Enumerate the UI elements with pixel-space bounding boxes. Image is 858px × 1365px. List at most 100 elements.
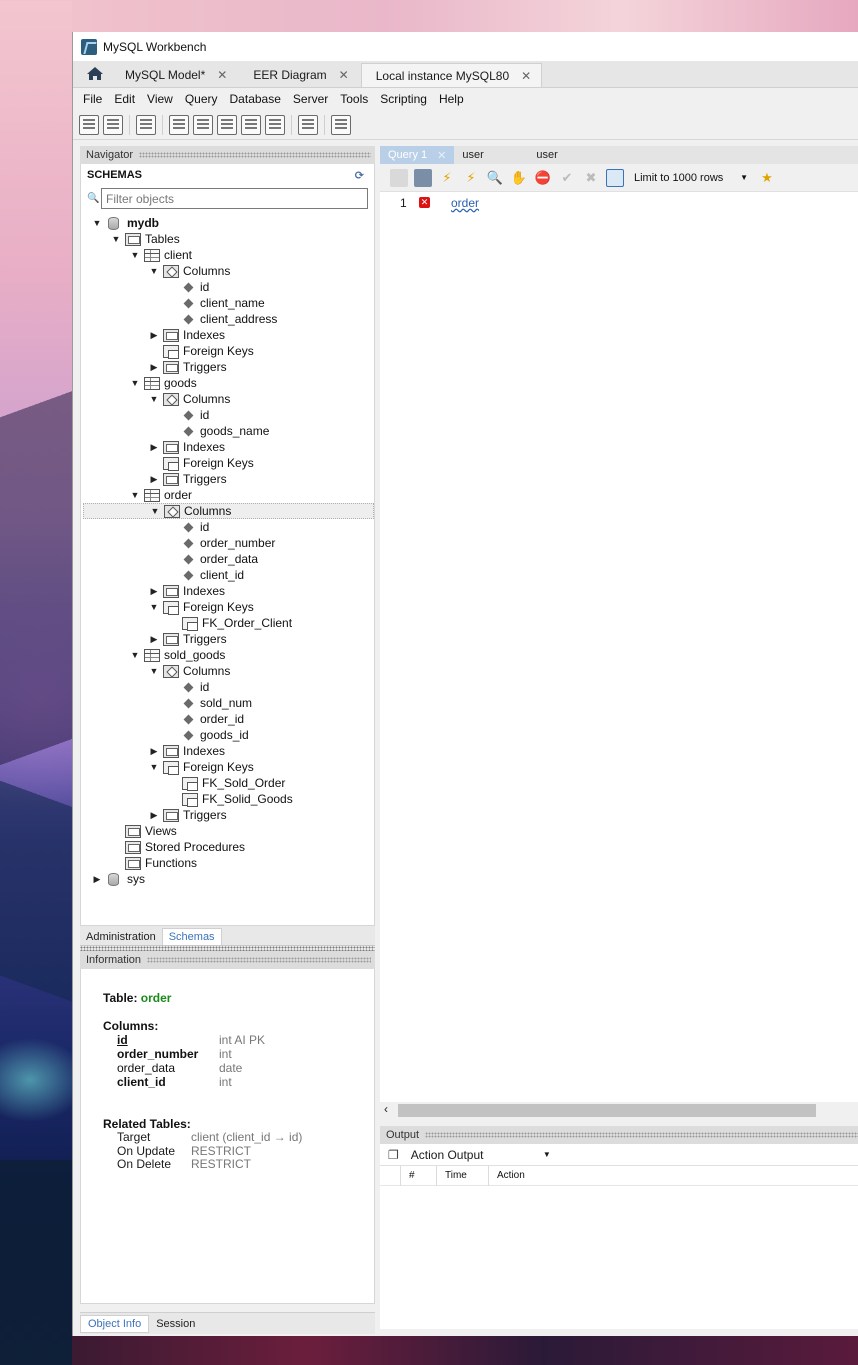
open-sql-script-icon[interactable]: [103, 114, 123, 135]
menu-scripting[interactable]: Scripting: [374, 92, 433, 106]
execute-current-icon[interactable]: ⚡: [462, 169, 480, 187]
collapse-arrow-icon[interactable]: ▶: [148, 474, 160, 485]
horizontal-scrollbar[interactable]: ‹: [380, 1102, 858, 1118]
tab-query-1[interactable]: Query 1 ✕: [380, 146, 455, 164]
tree-item[interactable]: Foreign Keys: [83, 455, 374, 471]
tree-item[interactable]: Functions: [83, 855, 374, 871]
chevron-left-icon[interactable]: ‹: [384, 1102, 388, 1116]
output-type-select[interactable]: Action Output ▼: [407, 1146, 555, 1164]
copy-icon[interactable]: ❐: [388, 1148, 399, 1162]
collapse-arrow-icon[interactable]: ▶: [148, 362, 160, 373]
reconnect-icon[interactable]: [331, 114, 351, 135]
add-snippet-icon[interactable]: ★: [758, 169, 776, 187]
close-icon[interactable]: ✕: [339, 68, 349, 82]
autocommit-icon[interactable]: [606, 168, 624, 187]
tree-item[interactable]: id: [83, 519, 374, 535]
menu-tools[interactable]: Tools: [334, 92, 374, 106]
close-icon[interactable]: ✕: [437, 149, 446, 162]
tree-item[interactable]: order_number: [83, 535, 374, 551]
menu-query[interactable]: Query: [179, 92, 224, 106]
tree-item[interactable]: ▼ Columns: [83, 391, 374, 407]
expand-arrow-icon[interactable]: ▼: [91, 218, 103, 228]
expand-arrow-icon[interactable]: ▼: [129, 378, 141, 388]
tree-item[interactable]: FK_Order_Client: [83, 615, 374, 631]
tree-item[interactable]: client_name: [83, 295, 374, 311]
tree-item[interactable]: client_address: [83, 311, 374, 327]
tree-item[interactable]: FK_Solid_Goods: [83, 791, 374, 807]
create-table-icon[interactable]: [193, 114, 213, 135]
expand-arrow-icon[interactable]: ▼: [129, 490, 141, 500]
tree-item[interactable]: sold_num: [83, 695, 374, 711]
collapse-arrow-icon[interactable]: ▶: [148, 810, 160, 821]
menu-edit[interactable]: Edit: [108, 92, 141, 106]
expand-arrow-icon[interactable]: ▼: [110, 234, 122, 244]
expand-arrow-icon[interactable]: ▼: [148, 666, 160, 676]
create-view-icon[interactable]: [217, 114, 237, 135]
menu-server[interactable]: Server: [287, 92, 334, 106]
execute-icon[interactable]: ⚡: [438, 169, 456, 187]
save-icon[interactable]: [414, 168, 432, 187]
collapse-arrow-icon[interactable]: ▶: [91, 874, 103, 885]
tab-schemas[interactable]: Schemas: [161, 928, 222, 945]
tree-item[interactable]: order_data: [83, 551, 374, 567]
expand-arrow-icon[interactable]: ▼: [149, 506, 161, 516]
tab-eer-diagram[interactable]: EER Diagram ✕: [239, 63, 358, 87]
tree-item[interactable]: Views: [83, 823, 374, 839]
sql-code-line[interactable]: order: [451, 196, 479, 210]
menu-database[interactable]: Database: [224, 92, 287, 106]
tree-item[interactable]: id: [83, 679, 374, 695]
tree-item[interactable]: client_id: [83, 567, 374, 583]
tree-item[interactable]: ▶ sys: [83, 871, 374, 887]
tab-user-1[interactable]: user: [454, 146, 528, 164]
tree-item[interactable]: ▼ client: [83, 247, 374, 263]
sql-editor[interactable]: 1 ✕ order: [380, 192, 858, 1102]
tree-item[interactable]: ▶ Indexes: [83, 327, 374, 343]
create-schema-icon[interactable]: [169, 114, 189, 135]
tree-item[interactable]: ▼ goods: [83, 375, 374, 391]
tree-item[interactable]: ▼ Tables: [83, 231, 374, 247]
tree-item[interactable]: ▼ Columns: [83, 503, 374, 519]
inspector-icon[interactable]: [136, 114, 156, 135]
tree-item[interactable]: ▼ Columns: [83, 663, 374, 679]
tree-item[interactable]: FK_Sold_Order: [83, 775, 374, 791]
expand-arrow-icon[interactable]: ▼: [148, 762, 160, 772]
stop-icon[interactable]: ✋: [510, 169, 528, 187]
toggle-error-icon[interactable]: ⛔: [534, 169, 552, 187]
commit-icon[interactable]: ✔: [558, 169, 576, 187]
tab-user-2[interactable]: user: [528, 146, 565, 164]
collapse-arrow-icon[interactable]: ▶: [148, 442, 160, 453]
tab-mysql-model[interactable]: MySQL Model* ✕: [111, 63, 237, 87]
collapse-arrow-icon[interactable]: ▶: [148, 634, 160, 645]
expand-arrow-icon[interactable]: ▼: [148, 394, 160, 404]
tree-item[interactable]: goods_id: [83, 727, 374, 743]
filter-input[interactable]: Filter objects: [101, 188, 368, 209]
limit-rows-select[interactable]: Limit to 1000 rows ▼: [630, 168, 752, 188]
collapse-arrow-icon[interactable]: ▶: [148, 330, 160, 341]
rollback-icon[interactable]: ✖: [582, 169, 600, 187]
tree-item[interactable]: ▼ order: [83, 487, 374, 503]
close-icon[interactable]: ✕: [521, 69, 531, 83]
new-sql-tab-icon[interactable]: [79, 114, 99, 135]
tree-item[interactable]: id: [83, 279, 374, 295]
expand-arrow-icon[interactable]: ▼: [148, 602, 160, 612]
expand-arrow-icon[interactable]: ▼: [129, 250, 141, 260]
tree-item[interactable]: ▼ Foreign Keys: [83, 759, 374, 775]
tree-item[interactable]: Foreign Keys: [83, 343, 374, 359]
tree-item[interactable]: ▶ Indexes: [83, 743, 374, 759]
close-icon[interactable]: ✕: [217, 68, 227, 82]
refresh-icon[interactable]: ⟳: [355, 169, 364, 182]
menu-view[interactable]: View: [141, 92, 179, 106]
tab-administration[interactable]: Administration: [80, 929, 162, 945]
tree-item[interactable]: ▶ Triggers: [83, 359, 374, 375]
home-tab[interactable]: [79, 60, 111, 87]
tree-item[interactable]: Stored Procedures: [83, 839, 374, 855]
tree-item[interactable]: order_id: [83, 711, 374, 727]
explain-icon[interactable]: 🔍: [486, 169, 504, 187]
tab-session[interactable]: Session: [149, 1316, 202, 1332]
tab-object-info[interactable]: Object Info: [80, 1314, 150, 1333]
expand-arrow-icon[interactable]: ▼: [129, 650, 141, 660]
menu-help[interactable]: Help: [433, 92, 470, 106]
tree-item[interactable]: ▼ sold_goods: [83, 647, 374, 663]
tree-item[interactable]: ▶ Triggers: [83, 807, 374, 823]
tree-item[interactable]: id: [83, 407, 374, 423]
